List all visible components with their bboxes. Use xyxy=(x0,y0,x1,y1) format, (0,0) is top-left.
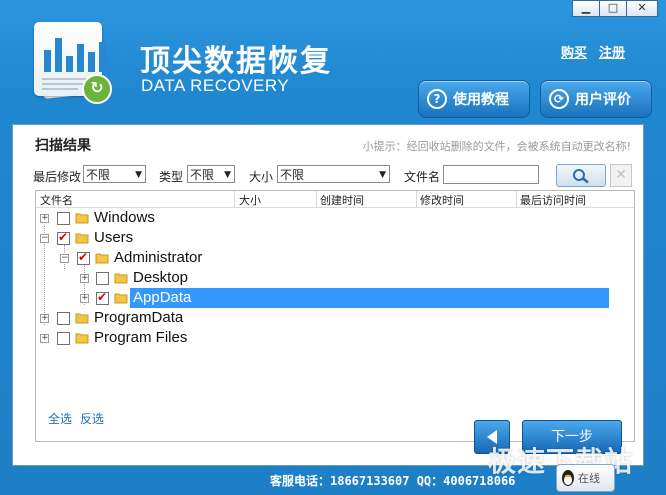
logo-bars-icon xyxy=(44,36,106,72)
col-modified[interactable]: 修改时间 xyxy=(420,192,464,208)
folder-icon xyxy=(75,213,89,224)
folder-icon xyxy=(75,333,89,344)
tree-row-windows[interactable]: + Windows xyxy=(36,208,634,228)
tree-row-appdata[interactable]: + AppData xyxy=(36,288,634,308)
expand-icon[interactable]: + xyxy=(80,274,89,283)
header-links: 购买 注册 xyxy=(561,42,625,61)
expand-icon[interactable]: + xyxy=(40,334,49,343)
select-all-link[interactable]: 全选 xyxy=(48,410,72,427)
brand-subtitle: DATA RECOVERY xyxy=(141,76,290,95)
tutorial-button[interactable]: ? 使用教程 xyxy=(418,80,530,118)
tutorial-label: 使用教程 xyxy=(453,92,509,108)
folder-icon xyxy=(114,273,128,284)
collapse-icon[interactable]: − xyxy=(60,254,69,263)
question-icon: ? xyxy=(427,89,447,109)
col-name[interactable]: 文件名 xyxy=(40,192,73,208)
tree-label-administrator: Administrator xyxy=(114,249,203,266)
support-info: 客服电话：18667133607 QQ：4006718066 xyxy=(270,474,516,488)
checkbox-appdata[interactable] xyxy=(96,290,109,305)
user-review-label: 用户评价 xyxy=(575,92,631,108)
app-logo: ↻ xyxy=(32,22,112,104)
tree-row-programdata[interactable]: + ProgramData xyxy=(36,308,634,328)
col-created[interactable]: 创建时间 xyxy=(320,192,364,208)
tree-row-desktop[interactable]: + Desktop xyxy=(36,268,634,288)
expand-icon[interactable]: + xyxy=(40,214,49,223)
tree-row-users[interactable]: − Users xyxy=(36,228,634,248)
clear-button[interactable]: ✕ xyxy=(610,164,632,187)
folder-icon xyxy=(75,233,89,244)
tree-header: 文件名 大小 创建时间 修改时间 最后访问时间 xyxy=(36,191,634,208)
checkbox-desktop[interactable] xyxy=(96,272,109,285)
chevron-down-icon: ▼ xyxy=(135,170,142,180)
filename-input[interactable] xyxy=(443,165,539,184)
file-tree[interactable]: 文件名 大小 创建时间 修改时间 最后访问时间 + Windows − ✔ Us… xyxy=(35,190,635,442)
tree-label-desktop: Desktop xyxy=(133,269,189,286)
close-icon: ✕ xyxy=(615,167,627,183)
folder-icon xyxy=(75,313,89,324)
expand-icon[interactable]: + xyxy=(80,294,89,303)
last-modified-select[interactable]: 不限 ▼ xyxy=(83,165,146,183)
qq-online-label: 在线 xyxy=(578,472,600,485)
col-size[interactable]: 大小 xyxy=(239,192,261,208)
close-button[interactable]: ✕ xyxy=(626,0,658,17)
invert-selection-link[interactable]: 反选 xyxy=(80,410,104,427)
scan-tip: 小提示：经回收站删除的文件，会被系统自动更改名称! xyxy=(362,140,631,153)
search-button[interactable] xyxy=(556,164,606,187)
tree-label-users: Users xyxy=(94,229,134,246)
qq-online-button[interactable]: 在线 xyxy=(556,464,615,492)
folder-icon xyxy=(95,253,109,264)
brand-title: 顶尖数据恢复 xyxy=(140,44,332,79)
type-label: 类型 xyxy=(159,170,184,184)
refresh-arrow-icon: ↻ xyxy=(82,74,112,104)
maximize-button[interactable]: □ xyxy=(599,0,627,17)
tree-row-programfiles[interactable]: + Program Files xyxy=(36,328,634,348)
collapse-icon[interactable]: − xyxy=(40,234,49,243)
checkbox-users[interactable] xyxy=(57,230,70,245)
search-icon xyxy=(573,168,589,183)
last-modified-label: 最后修改 xyxy=(33,170,82,184)
filename-label: 文件名 xyxy=(404,170,441,184)
col-accessed[interactable]: 最后访问时间 xyxy=(520,192,586,208)
tree-row-administrator[interactable]: − Administrator xyxy=(36,248,634,268)
minimize-button[interactable]: ▁ xyxy=(572,0,600,17)
tree-label-programfiles: Program Files xyxy=(94,329,188,346)
scan-results-panel: 扫描结果 小提示：经回收站删除的文件，会被系统自动更改名称! 最后修改 不限 ▼ … xyxy=(12,124,644,466)
tree-label-windows: Windows xyxy=(94,209,155,226)
size-select[interactable]: 不限 ▼ xyxy=(277,165,390,183)
checkbox-programfiles[interactable] xyxy=(57,332,70,345)
selection-links: 全选 反选 xyxy=(48,410,104,427)
review-icon: ⟳ xyxy=(549,89,569,109)
tree-label-programdata: ProgramData xyxy=(94,309,184,326)
checkbox-windows[interactable] xyxy=(57,212,70,225)
expand-icon[interactable]: + xyxy=(40,314,49,323)
checkbox-programdata[interactable] xyxy=(57,312,70,325)
type-select[interactable]: 不限 ▼ xyxy=(187,165,235,183)
tree-label-appdata: AppData xyxy=(130,288,609,308)
scan-results-title: 扫描结果 xyxy=(35,138,91,154)
qq-penguin-icon xyxy=(562,470,574,486)
chevron-down-icon: ▼ xyxy=(224,170,231,180)
register-link[interactable]: 注册 xyxy=(599,42,625,61)
chevron-down-icon: ▼ xyxy=(379,170,386,180)
window-controls: ▁ □ ✕ xyxy=(572,0,658,17)
folder-icon xyxy=(114,293,128,304)
user-review-button[interactable]: ⟳ 用户评价 xyxy=(540,80,652,118)
app-window: ▁ □ ✕ ↻ 顶尖数据恢复 DATA RECOVERY 购买 注册 ? 使用教… xyxy=(0,0,666,495)
checkbox-administrator[interactable] xyxy=(77,250,90,265)
buy-link[interactable]: 购买 xyxy=(561,42,587,61)
filter-bar: 最后修改 不限 ▼ 类型 不限 ▼ 大小 不限 ▼ 文件名 ✕ xyxy=(13,164,643,187)
size-label: 大小 xyxy=(249,170,274,184)
